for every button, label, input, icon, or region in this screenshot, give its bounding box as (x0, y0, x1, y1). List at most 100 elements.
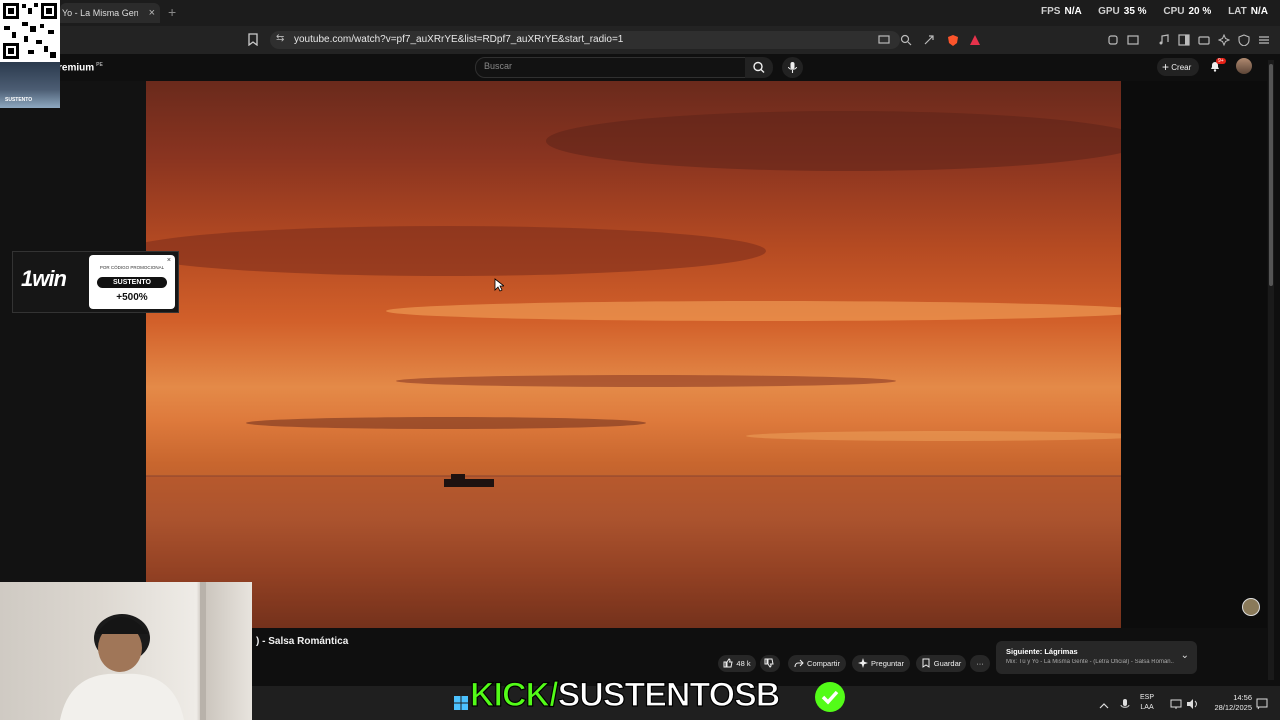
language-code: ESP (1140, 694, 1155, 701)
share-page-icon[interactable] (923, 34, 935, 46)
url-text: youtube.com/watch?v=pf7_auXRrYE&list=RDp… (294, 34, 624, 45)
new-tab-button[interactable]: + (168, 4, 176, 20)
tab-title: Yo - La Misma Gente (62, 8, 138, 18)
menu-icon[interactable] (1258, 34, 1270, 46)
gpu-value: 35 % (1123, 6, 1147, 17)
search-box[interactable] (475, 57, 747, 78)
ambient-avatar-icon[interactable] (1242, 598, 1260, 616)
brand-text: remium (58, 62, 95, 74)
windows-start-icon[interactable] (454, 696, 468, 710)
ad-logo: 1win (21, 266, 67, 291)
ask-label: Preguntar (871, 659, 904, 668)
ad-promo-code: SUSTENTO (97, 277, 167, 288)
tray-chevron-up-icon[interactable] (1098, 698, 1110, 709)
voice-search-button[interactable] (782, 57, 803, 78)
fps-value: N/A (1064, 6, 1082, 17)
account-avatar[interactable] (1236, 58, 1252, 74)
cpu-value: 20 % (1188, 6, 1212, 17)
mouse-cursor-icon (494, 278, 506, 292)
dislike-button[interactable] (760, 655, 780, 672)
leo-ai-icon[interactable] (1218, 34, 1230, 46)
browser-tab[interactable]: Yo - La Misma Gente × (60, 3, 160, 23)
thumbs-up-icon (723, 658, 734, 668)
clock-date: 28/12/2025 (1214, 703, 1252, 712)
ad-bonus: +500% (116, 292, 148, 303)
share-label: Compartir (807, 659, 840, 668)
gpu-label: GPU (1098, 6, 1120, 17)
verified-check-icon (815, 682, 845, 712)
like-button[interactable]: 48 k (718, 655, 756, 672)
plus-icon: + (1162, 60, 1170, 74)
right-margin (1121, 81, 1267, 628)
webcam-overlay (0, 582, 252, 720)
performance-overlay: FPS N/A GPU 35 % CPU 20 % LAT N/A (1027, 6, 1268, 17)
keyboard-layout: LAA (1140, 704, 1154, 711)
bookmark-icon[interactable] (247, 33, 259, 47)
kick-channel-name: SUSTENTOSB (557, 675, 781, 714)
sponsor-thumbnail-label: SUSTENTO (5, 97, 33, 103)
kick-channel-banner: KICK/SUSTENTOSB (469, 675, 781, 715)
share-icon (794, 659, 804, 668)
media-icon[interactable] (1158, 34, 1170, 46)
ad-promo-label: POR CÓDIGO PROMOCIONAL (99, 265, 165, 270)
cast-icon[interactable] (878, 34, 890, 46)
youtube-logo[interactable]: remium PE (58, 62, 103, 73)
microphone-icon (787, 62, 798, 73)
scrollbar-thumb[interactable] (1269, 64, 1273, 286)
brave-shield-icon[interactable] (947, 34, 959, 46)
wallet-icon[interactable] (1198, 34, 1210, 46)
network-icon[interactable] (1170, 697, 1182, 709)
lat-label: LAT (1228, 6, 1247, 17)
thumbs-down-icon (764, 658, 774, 668)
search-icon (753, 61, 765, 73)
video-player[interactable] (146, 81, 1121, 628)
save-icon (922, 658, 930, 668)
site-info-icon[interactable]: ⇆ (276, 33, 284, 44)
volume-icon[interactable] (1186, 697, 1198, 709)
share-button[interactable]: Compartir (788, 655, 846, 672)
chevron-down-icon[interactable]: ⌄ (1181, 650, 1189, 661)
sparkle-icon (858, 658, 869, 668)
vpn-icon[interactable] (1238, 34, 1250, 46)
clock-time: 14:56 (1233, 693, 1252, 702)
sponsor-ad-banner: 1win × POR CÓDIGO PROMOCIONAL SUSTENTO +… (12, 251, 179, 313)
tray-mic-icon[interactable] (1120, 697, 1130, 709)
up-next-title: Siguiente: Lágrimas (1006, 647, 1078, 656)
up-next-card[interactable]: Siguiente: Lágrimas Mix: Tú y Yo - La Mi… (996, 641, 1197, 674)
fps-label: FPS (1041, 6, 1061, 17)
notification-center-icon[interactable] (1256, 697, 1268, 710)
video-title: ) - Salsa Romántica (256, 636, 349, 647)
create-label: Crear (1171, 63, 1192, 72)
search-input[interactable] (484, 61, 734, 71)
up-next-subtitle: Mix: Tú y Yo - La Misma Gente - (Letra O… (1006, 659, 1174, 665)
lat-value: N/A (1250, 6, 1268, 17)
zoom-icon[interactable] (900, 34, 912, 46)
sidebar-icon[interactable] (1178, 34, 1190, 46)
system-clock[interactable]: 14:56 28/12/2025 (1206, 693, 1252, 713)
streamer-figure (60, 582, 206, 720)
ad-close-icon: × (166, 257, 171, 264)
more-actions-button[interactable]: ··· (970, 655, 990, 672)
save-label: Guardar (933, 659, 962, 668)
ask-button[interactable]: Preguntar (852, 655, 910, 672)
notification-count-badge: 9+ (1216, 58, 1226, 64)
qr-code-image (3, 3, 57, 59)
video-frame-sunset (146, 111, 1121, 628)
save-button[interactable]: Guardar (916, 655, 966, 672)
create-button[interactable]: + Crear (1157, 58, 1199, 76)
language-indicator[interactable]: ESP LAA (1140, 693, 1154, 713)
extensions-icon[interactable] (1107, 34, 1119, 46)
cpu-label: CPU (1163, 6, 1185, 17)
like-count: 48 k (736, 659, 751, 668)
tab-close-icon[interactable]: × (149, 3, 155, 23)
brave-rewards-icon[interactable] (969, 34, 981, 46)
search-button[interactable] (745, 57, 773, 78)
sponsor-thumbnail: SUSTENTO (0, 62, 60, 108)
url-field[interactable]: ⇆ youtube.com/watch?v=pf7_auXRrYE&list=R… (270, 31, 900, 49)
screenshot-icon[interactable] (1127, 34, 1139, 46)
qr-code-overlay (0, 0, 60, 62)
kick-prefix: KICK/ (469, 675, 559, 714)
left-margin (0, 81, 146, 628)
brand-region: PE (96, 62, 103, 68)
ad-promo-card: × POR CÓDIGO PROMOCIONAL SUSTENTO +500% (89, 255, 175, 309)
